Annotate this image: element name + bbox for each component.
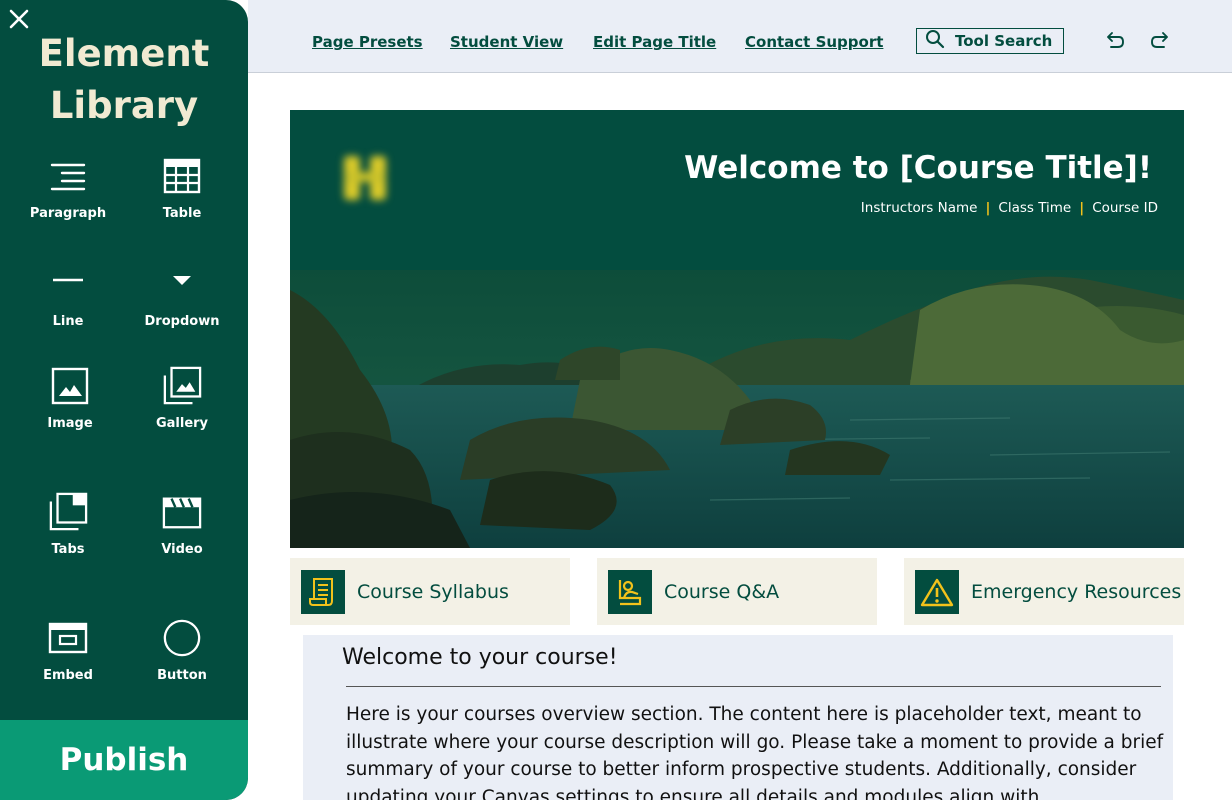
meta-separator: | xyxy=(1079,200,1085,216)
element-button[interactable]: Button xyxy=(126,618,238,708)
dropdown-icon xyxy=(162,260,202,300)
tool-search-label: Tool Search xyxy=(955,32,1053,50)
library-title-line2: Library xyxy=(49,84,199,127)
undo-icon[interactable] xyxy=(1103,30,1125,52)
course-overview-section: Welcome to your course! Here is your cou… xyxy=(303,635,1173,800)
quick-link-label: Course Syllabus xyxy=(357,580,509,603)
course-logo xyxy=(340,150,394,204)
element-label: Dropdown xyxy=(144,314,220,329)
element-label: Line xyxy=(52,314,84,329)
syllabus-icon xyxy=(301,569,345,614)
line-icon xyxy=(48,260,88,300)
course-syllabus-card[interactable]: Course Syllabus xyxy=(290,558,570,625)
paragraph-icon xyxy=(48,156,88,196)
tool-search-button[interactable]: Tool Search xyxy=(916,28,1064,54)
course-banner: Welcome to [Course Title]! Instructors N… xyxy=(290,110,1184,548)
element-image[interactable]: Image xyxy=(14,366,126,456)
top-toolbar: Page Presets Student View Edit Page Titl… xyxy=(248,0,1232,73)
publish-button[interactable]: Publish xyxy=(0,720,248,800)
element-library-sidebar: Element Library Paragraph Table Line Dro… xyxy=(0,0,248,800)
gallery-icon xyxy=(162,366,202,406)
meta-separator: | xyxy=(985,200,991,216)
redo-icon[interactable] xyxy=(1150,30,1172,52)
element-table[interactable]: Table xyxy=(126,156,238,246)
tabs-icon xyxy=(48,492,88,532)
element-label: Button xyxy=(157,668,207,683)
button-icon xyxy=(162,618,202,658)
element-label: Embed xyxy=(43,668,93,683)
element-label: Gallery xyxy=(155,416,209,431)
element-video[interactable]: Video xyxy=(126,492,238,582)
course-id: Course ID xyxy=(1092,200,1158,216)
overview-divider xyxy=(346,686,1161,687)
banner-header: Welcome to [Course Title]! Instructors N… xyxy=(290,110,1184,270)
embed-icon xyxy=(48,618,88,658)
edit-page-title-link[interactable]: Edit Page Title xyxy=(593,33,716,51)
banner-title: Welcome to [Course Title]! xyxy=(684,150,1152,186)
course-meta: Instructors Name | Class Time | Course I… xyxy=(861,200,1158,216)
element-gallery[interactable]: Gallery xyxy=(126,366,238,456)
element-dropdown[interactable]: Dropdown xyxy=(126,260,238,350)
element-label: Video xyxy=(161,542,203,557)
element-paragraph[interactable]: Paragraph xyxy=(12,156,124,246)
element-label: Image xyxy=(47,416,93,431)
search-icon xyxy=(925,29,945,53)
library-title-line1: Element xyxy=(38,32,210,75)
element-embed[interactable]: Embed xyxy=(12,618,124,708)
course-qa-card[interactable]: Course Q&A xyxy=(597,558,877,625)
quick-link-label: Course Q&A xyxy=(664,580,780,603)
overview-title: Welcome to your course! xyxy=(342,645,618,670)
banner-image xyxy=(290,270,1184,548)
element-line[interactable]: Line xyxy=(12,260,124,350)
qa-icon xyxy=(608,569,652,614)
element-tabs[interactable]: Tabs xyxy=(12,492,124,582)
instructor-name: Instructors Name xyxy=(860,200,978,216)
quick-link-label: Emergency Resources xyxy=(971,580,1182,603)
element-label: Paragraph xyxy=(29,206,107,221)
emergency-resources-card[interactable]: Emergency Resources xyxy=(904,558,1184,625)
page-presets-link[interactable]: Page Presets xyxy=(312,33,423,51)
table-icon xyxy=(162,156,202,196)
element-label: Tabs xyxy=(51,542,85,557)
overview-body: Here is your courses overview section. T… xyxy=(346,704,1164,800)
library-title: Element Library xyxy=(0,28,248,132)
student-view-link[interactable]: Student View xyxy=(450,33,563,51)
element-label: Table xyxy=(162,206,202,221)
image-icon xyxy=(50,366,90,406)
warning-icon xyxy=(915,569,959,614)
contact-support-link[interactable]: Contact Support xyxy=(745,33,883,51)
class-time: Class Time xyxy=(998,200,1072,216)
video-icon xyxy=(162,492,202,532)
